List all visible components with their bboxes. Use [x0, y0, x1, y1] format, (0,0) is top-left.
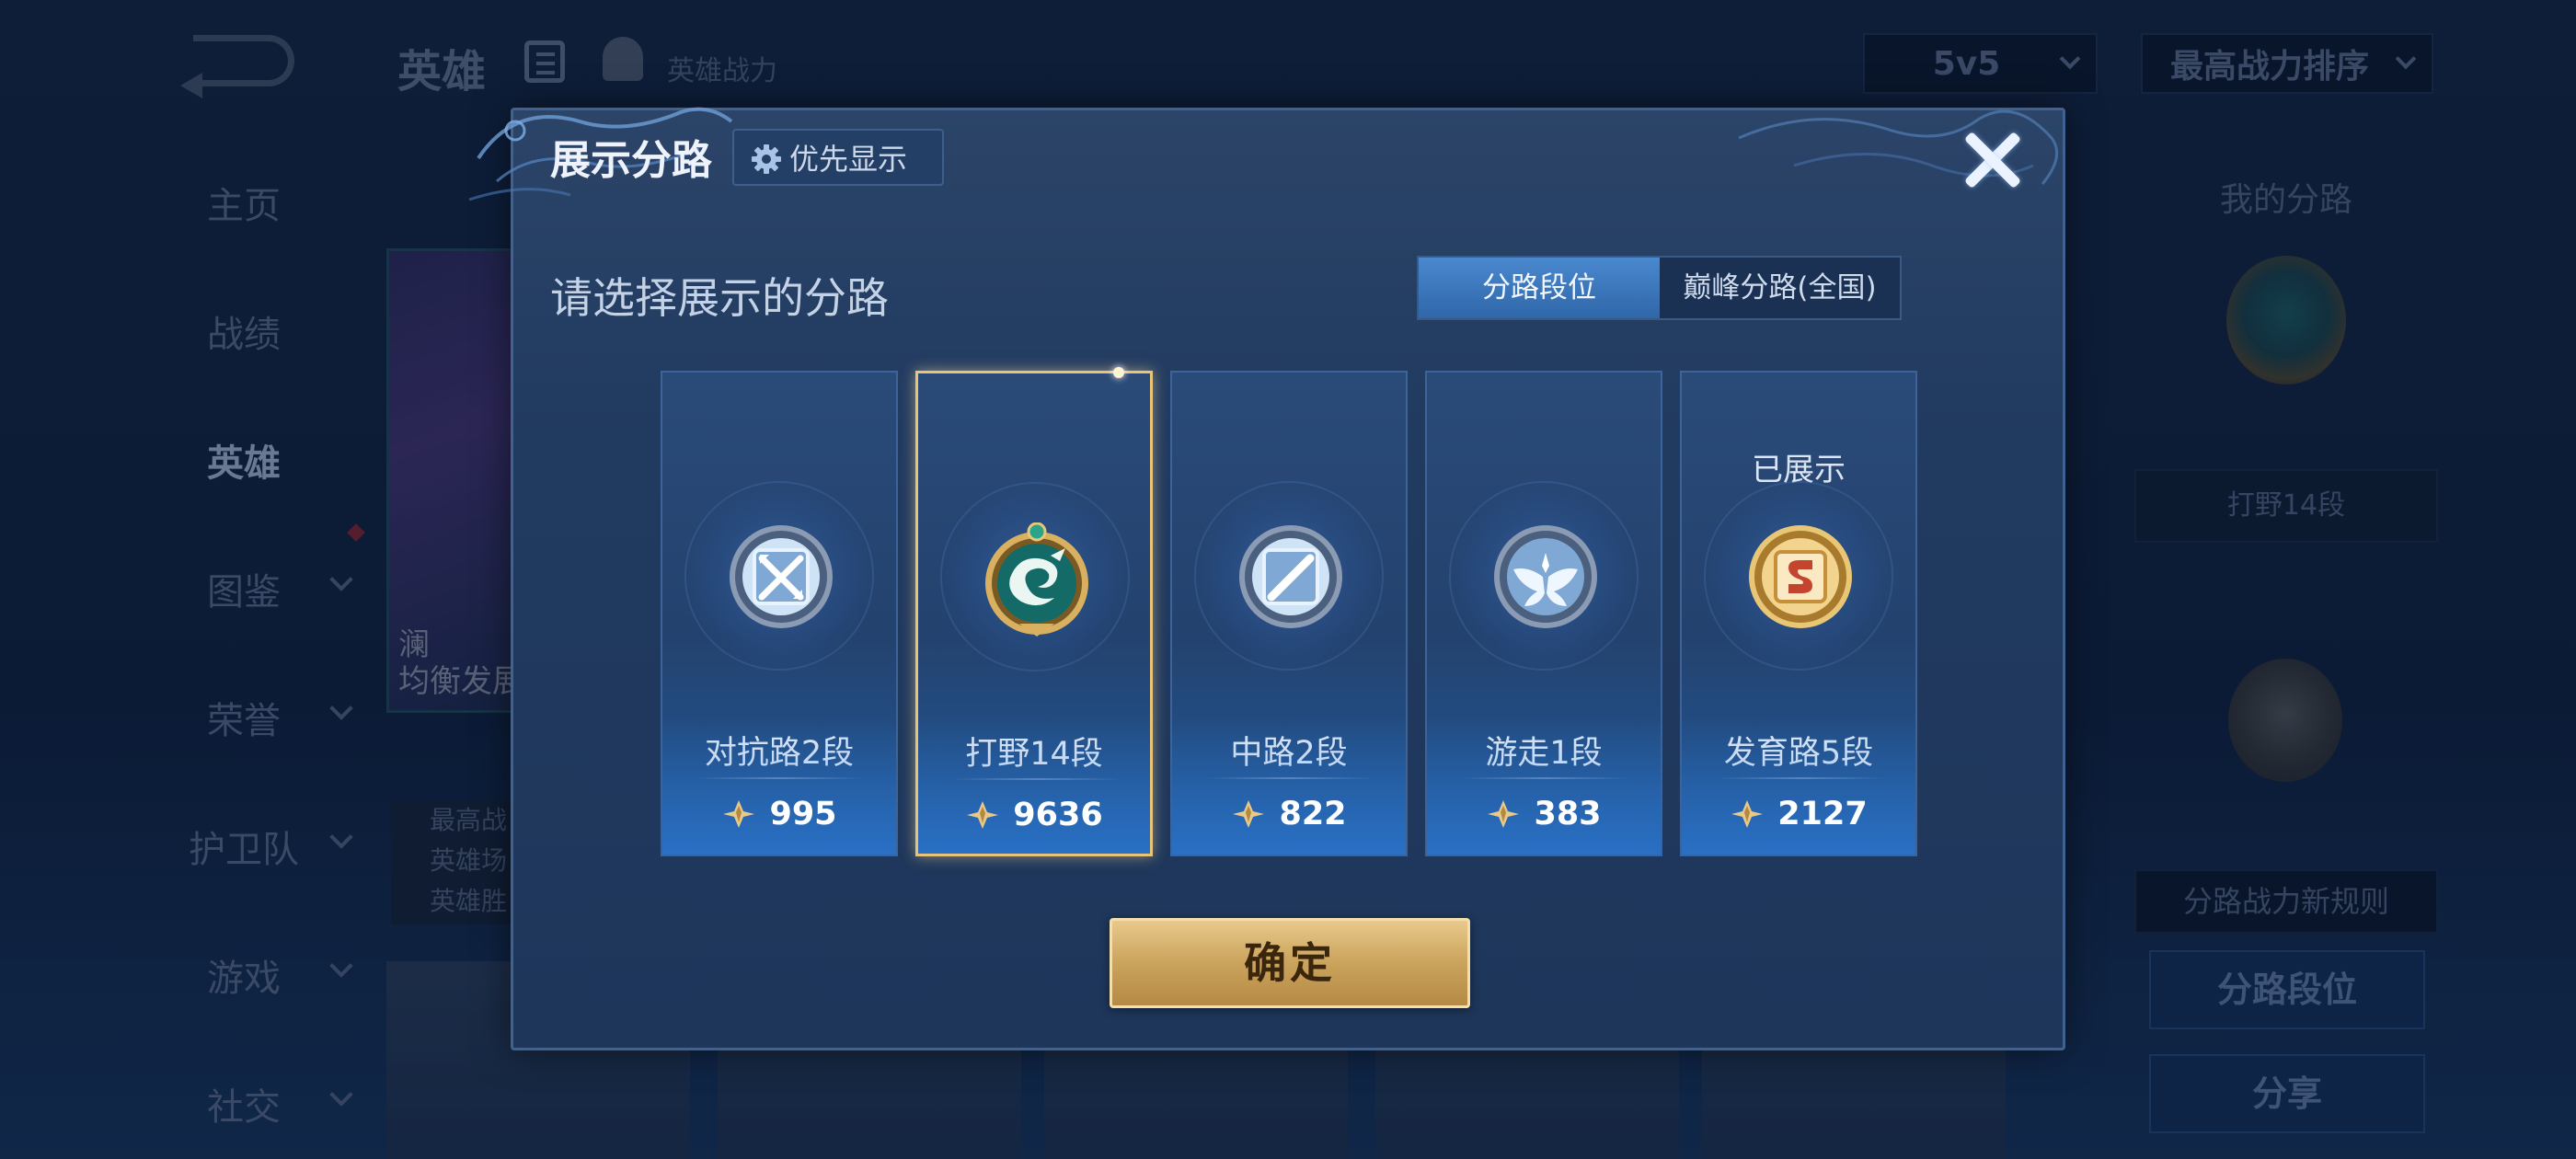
lane-card-clash[interactable]: 对抗路2段 995: [661, 371, 898, 856]
lane-options: 对抗路2段 995 打野14段 9636 中路2段 822 游走1段 383 已…: [661, 367, 1921, 858]
clash-lane-icon: [730, 525, 833, 628]
lane-name: 对抗路2段: [704, 735, 855, 772]
divider: [1460, 777, 1631, 779]
lane-name: 打野14段: [965, 736, 1103, 773]
power-icon: [1233, 800, 1265, 828]
lane-power-value: 9636: [1013, 797, 1103, 833]
lane-power: 822: [1172, 796, 1406, 832]
farm-lane-icon: [1749, 525, 1852, 628]
divider: [1205, 777, 1376, 779]
lane-power-value: 2127: [1777, 796, 1868, 832]
divider: [1715, 777, 1886, 779]
divider: [696, 777, 867, 779]
priority-display-label: 优先显示: [789, 142, 908, 177]
lane-power: 2127: [1682, 796, 1915, 832]
lane-card-jungle[interactable]: 打野14段 9636: [915, 367, 1153, 856]
lane-power: 9636: [918, 797, 1150, 833]
lane-card-farm[interactable]: 已展示 发育路5段 2127: [1680, 371, 1917, 856]
tab-peak-lane[interactable]: 巅峰分路(全国): [1660, 258, 1900, 318]
power-icon: [723, 800, 755, 828]
confirm-button[interactable]: 确定: [1110, 918, 1470, 1008]
dialog-title: 展示分路: [550, 137, 712, 184]
lane-tabs: 分路段位 巅峰分路(全国): [1417, 256, 1902, 320]
lane-power-value: 383: [1534, 796, 1602, 832]
lane-power-value: 822: [1279, 796, 1347, 832]
lane-power: 995: [662, 796, 896, 832]
mid-lane-icon: [1239, 525, 1342, 628]
tab-lane-rank[interactable]: 分路段位: [1419, 258, 1660, 318]
close-icon[interactable]: [1960, 127, 2026, 193]
divider: [951, 778, 1122, 780]
lane-name: 中路2段: [1230, 735, 1348, 772]
dialog-subtitle: 请选择展示的分路: [550, 273, 889, 323]
lane-card-mid[interactable]: 中路2段 822: [1170, 371, 1408, 856]
priority-display-button[interactable]: 优先显示: [732, 129, 944, 186]
lane-power-value: 995: [769, 796, 837, 832]
lane-power: 383: [1427, 796, 1661, 832]
lane-card-roam[interactable]: 游走1段 383: [1425, 371, 1662, 856]
roam-wings-icon: [1494, 525, 1597, 628]
power-icon: [967, 801, 999, 829]
gear-icon: [752, 144, 781, 174]
lane-name: 游走1段: [1485, 735, 1603, 772]
power-icon: [1731, 800, 1764, 828]
lane-display-dialog: 展示分路 优先显示 请选择展示的分路 分路段位 巅峰分路(全国) 对抗路2段 9…: [468, 107, 2065, 1050]
jungle-dragon-icon: [985, 522, 1088, 637]
power-icon: [1488, 800, 1520, 828]
lane-name: 发育路5段: [1723, 735, 1874, 772]
